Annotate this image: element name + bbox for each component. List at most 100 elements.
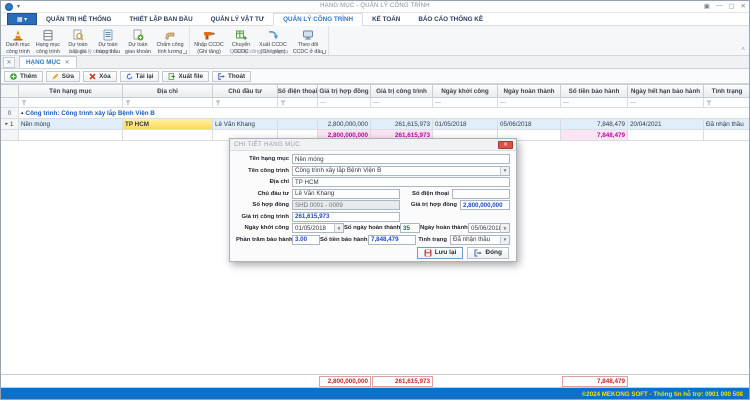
ngay-hoan-thanh-select[interactable]: 05/06/2018 ▼ bbox=[468, 223, 510, 233]
ribbon-button-label: Dự toán bbox=[68, 42, 87, 48]
filter-cell[interactable]: — bbox=[628, 98, 704, 108]
sua-button[interactable]: Sửa bbox=[46, 71, 80, 82]
col-ngay-khoi-cong[interactable]: Ngày khởi công bbox=[433, 85, 498, 98]
filter-cell[interactable] bbox=[704, 98, 750, 108]
tai-lai-button[interactable]: Tải lại bbox=[120, 71, 160, 82]
cell-chu-dau-tu: Lê Văn Khang bbox=[213, 119, 278, 130]
field-label: Giá trị công trình bbox=[236, 214, 292, 220]
tab-close-icon[interactable]: ✕ bbox=[65, 59, 70, 66]
chevron-down-icon[interactable]: ▼ bbox=[334, 224, 343, 232]
export-arrow-icon bbox=[267, 28, 280, 41]
ribbon-button-label: Chấm công bbox=[156, 42, 183, 48]
col-so-tien-bao-hanh[interactable]: Số tiền bảo hành bbox=[561, 85, 628, 98]
grand-total-row: 2,800,000,000 261,615,973 7,848,479 bbox=[1, 374, 750, 388]
group-row[interactable]: 0 ▴ Công trình: Công trình xây lắp Bệnh … bbox=[1, 108, 750, 119]
thoat-button[interactable]: Thoát bbox=[212, 71, 251, 82]
ribbon-button-label: Dự toán bbox=[98, 42, 117, 48]
gia-tri-hop-dong-input[interactable]: 2,800,000,000 bbox=[460, 200, 510, 210]
filter-cell[interactable] bbox=[1, 98, 19, 108]
close-all-tabs-button[interactable]: ✕ bbox=[3, 57, 15, 68]
xoa-button[interactable]: Xóa bbox=[83, 71, 117, 82]
maximize-button[interactable]: ▢ bbox=[728, 2, 734, 10]
col-ngay-het-han-bao-hanh[interactable]: Ngày hết hạn bảo hành bbox=[628, 85, 704, 98]
dia-chi-input[interactable]: TP HCM bbox=[292, 177, 510, 187]
tab-ke-toan[interactable]: KẾ TOÁN bbox=[363, 13, 409, 25]
them-button[interactable]: Thêm bbox=[4, 71, 43, 82]
cell-ngay-hoan-thanh: 05/06/2018 bbox=[498, 119, 561, 130]
ribbon: Danh mục công trình Hạng mục công trình … bbox=[1, 26, 749, 56]
collapse-triangle-icon[interactable]: ▴ bbox=[21, 110, 24, 116]
ten-cong-trinh-select[interactable]: Công trình xây lắp Bệnh Viện B ▼ bbox=[292, 166, 510, 176]
field-label: Phần trăm bảo hành bbox=[236, 237, 292, 243]
col-ten-hang-muc[interactable]: Tên hạng mục bbox=[19, 85, 123, 98]
ribbon-collapse-icon[interactable]: ˄ bbox=[741, 47, 745, 53]
so-tien-bao-hanh-input[interactable]: 7,848,479 bbox=[368, 235, 416, 245]
grid-filter-row: — — — — — — bbox=[1, 98, 750, 108]
field-label: Số ngày hoàn thành bbox=[344, 225, 400, 231]
action-toolbar: Thêm Sửa Xóa Tải lại Xuất file Thoát bbox=[1, 69, 749, 84]
dialog-close-button[interactable]: ✕ bbox=[498, 141, 513, 149]
col-dia-chi[interactable]: Địa chỉ bbox=[123, 85, 213, 98]
window-title: HẠNG MỤC - QUẢN LÝ CÔNG TRÌNH bbox=[1, 3, 749, 9]
file-menu-button[interactable]: ▦ ▾ bbox=[7, 13, 37, 25]
ten-hang-muc-input[interactable]: Nền móng bbox=[292, 154, 510, 164]
field-label: Chủ đầu tư bbox=[236, 191, 292, 197]
ribbon-group-quan-ly-cong-trinh: Danh mục công trình Hạng mục công trình … bbox=[1, 26, 190, 55]
search-document-icon bbox=[72, 28, 85, 41]
tab-bao-cao-thong-ke[interactable]: BÁO CÁO THỐNG KÊ bbox=[409, 13, 492, 25]
so-ngay-hoan-thanh-input[interactable]: 35 bbox=[400, 223, 420, 233]
close-button[interactable]: ✕ bbox=[741, 2, 746, 10]
tab-hang-muc[interactable]: HẠNG MỤC ✕ bbox=[19, 56, 77, 68]
tab-quan-ly-cong-trinh[interactable]: QUẢN LÝ CÔNG TRÌNH bbox=[273, 13, 363, 26]
group-row-label: Công trình: Công trình xây lắp Bệnh Viện… bbox=[26, 110, 155, 117]
xuat-file-button[interactable]: Xuất file bbox=[162, 71, 209, 82]
filter-cell[interactable]: — bbox=[561, 98, 628, 108]
toolbar-button-label: Sửa bbox=[62, 73, 74, 80]
toolbar-button-label: Thêm bbox=[20, 73, 37, 80]
table-row[interactable]: ▸ 1 Nền móng TP HCM Lê Văn Khang 2,800,0… bbox=[1, 119, 750, 130]
group-dialog-launcher-icon[interactable] bbox=[183, 50, 187, 54]
app-window: ▾ HẠNG MỤC - QUẢN LÝ CÔNG TRÌNH ▣ — ▢ ✕ … bbox=[0, 0, 750, 400]
so-dien-thoai-input[interactable] bbox=[452, 189, 510, 199]
grid-header-row: Tên hạng mục Địa chỉ Chủ đầu tư Số điện … bbox=[1, 85, 750, 98]
cell-tinh-trang: Đã nhận thầu bbox=[704, 119, 750, 130]
col-ngay-hoan-thanh[interactable]: Ngày hoàn thành bbox=[498, 85, 561, 98]
chevron-down-icon[interactable]: ▼ bbox=[500, 224, 509, 232]
chevron-down-icon[interactable]: ▼ bbox=[500, 167, 509, 175]
filter-cell[interactable] bbox=[19, 98, 123, 108]
cell-so-dien-thoai bbox=[278, 119, 318, 130]
row-selector-header[interactable] bbox=[1, 85, 19, 98]
chevron-down-icon[interactable]: ▼ bbox=[500, 236, 509, 244]
traffic-cone-icon bbox=[12, 28, 25, 41]
ngay-khoi-cong-select[interactable]: 01/05/2018 ▼ bbox=[292, 223, 344, 233]
cell-so-tien-bao-hanh: 7,848,479 bbox=[561, 119, 628, 130]
field-label: Tên hạng mục bbox=[236, 156, 292, 162]
filter-cell[interactable]: — bbox=[318, 98, 371, 108]
so-hop-dong-input: SHD 0001 - 0009 bbox=[292, 200, 400, 210]
chu-dau-tu-input[interactable]: Lê Văn Khang bbox=[292, 189, 400, 199]
phan-tram-bao-hanh-input[interactable]: 3.00 bbox=[292, 235, 320, 245]
theme-button[interactable]: ▣ bbox=[704, 2, 710, 10]
minimize-button[interactable]: — bbox=[716, 2, 723, 10]
col-gia-tri-cong-trinh[interactable]: Giá trị công trình bbox=[371, 85, 433, 98]
col-so-dien-thoai[interactable]: Số điện thoại bbox=[278, 85, 318, 98]
luu-lai-button[interactable]: Lưu lại bbox=[417, 247, 464, 259]
tab-quan-tri-he-thong[interactable]: QUẢN TRỊ HỆ THỐNG bbox=[37, 13, 120, 25]
select-value: Đã nhận thầu bbox=[453, 236, 490, 243]
tab-thiet-lap-ban-dau[interactable]: THIẾT LẬP BAN ĐẦU bbox=[120, 13, 201, 25]
col-chu-dau-tu[interactable]: Chủ đầu tư bbox=[213, 85, 278, 98]
col-tinh-trang[interactable]: Tình trạng bbox=[704, 85, 750, 98]
filter-cell[interactable]: — bbox=[371, 98, 433, 108]
statusbar-text: ©2024 MEKONG SOFT - Thông tin hỗ trợ: 09… bbox=[582, 391, 743, 398]
filter-cell[interactable] bbox=[278, 98, 318, 108]
filter-cell[interactable] bbox=[123, 98, 213, 108]
gia-tri-cong-trinh-input[interactable]: 261,615,973 bbox=[292, 212, 400, 222]
col-gia-tri-hop-dong[interactable]: Giá trị hợp đồng bbox=[318, 85, 371, 98]
filter-cell[interactable] bbox=[213, 98, 278, 108]
dong-button[interactable]: Đóng bbox=[467, 247, 509, 259]
tab-quan-ly-vat-tu[interactable]: QUẢN LÝ VẬT TƯ bbox=[202, 13, 274, 25]
filter-cell[interactable]: — bbox=[498, 98, 561, 108]
group-dialog-launcher-icon[interactable] bbox=[322, 50, 326, 54]
tinh-trang-select[interactable]: Đã nhận thầu ▼ bbox=[450, 235, 510, 245]
filter-cell[interactable]: — bbox=[433, 98, 498, 108]
